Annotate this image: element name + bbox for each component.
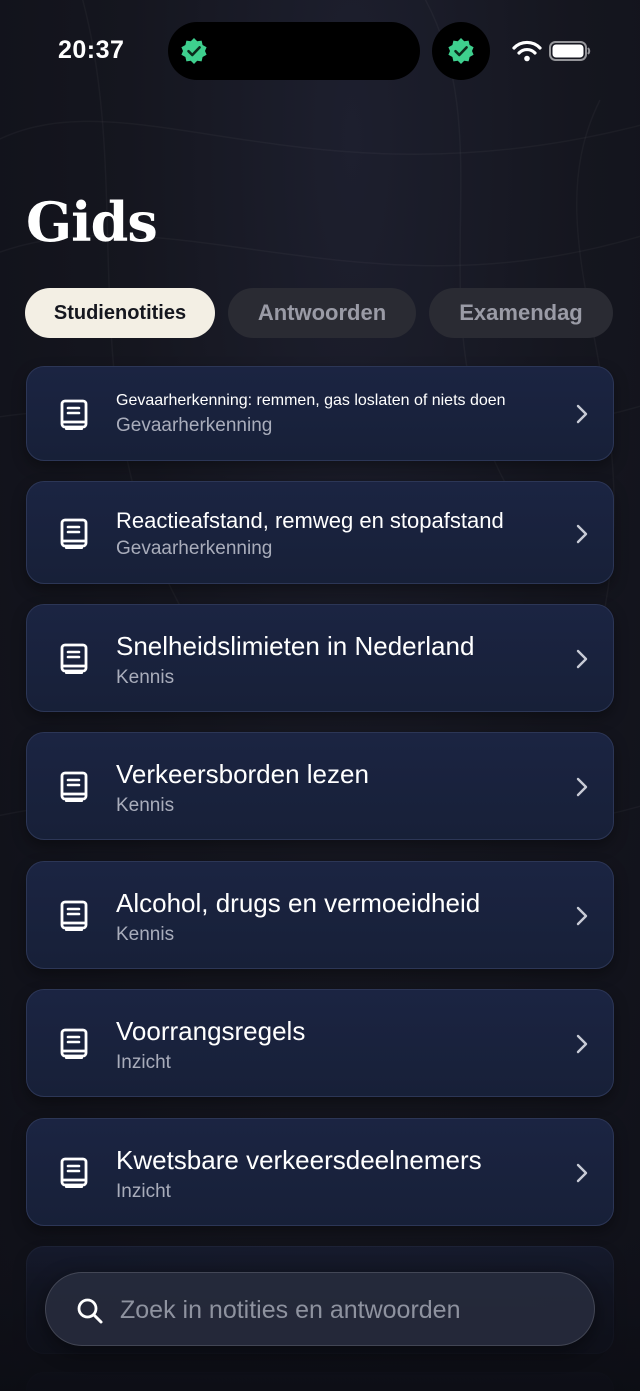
book-note-icon xyxy=(60,643,88,674)
note-category: Gevaarherkenning xyxy=(116,415,273,436)
verified-badge-icon xyxy=(181,38,207,64)
search-input[interactable] xyxy=(120,1291,560,1329)
book-note-icon xyxy=(60,1028,88,1059)
note-title: Voorrangsregels xyxy=(116,1016,306,1046)
note-card[interactable]: Reactieafstand, remweg en stopafstand Ge… xyxy=(26,481,614,584)
chevron-right-icon xyxy=(576,404,588,424)
wifi-icon xyxy=(512,40,542,62)
tab-studienotities[interactable]: Studienotities xyxy=(25,288,215,338)
note-title: Gevaarherkenning: remmen, gas loslaten o… xyxy=(116,392,506,409)
book-note-icon xyxy=(60,399,88,430)
chevron-right-icon xyxy=(576,649,588,669)
status-bar: 20:37 xyxy=(0,0,640,100)
tab-antwoorden[interactable]: Antwoorden xyxy=(228,288,416,338)
note-card[interactable]: Voorrangsregels Inzicht xyxy=(26,989,614,1097)
note-title: Verkeersborden lezen xyxy=(116,759,369,789)
note-category: Kennis xyxy=(116,924,175,945)
book-note-icon xyxy=(60,518,88,549)
book-note-icon xyxy=(60,900,88,931)
page-title: Gids xyxy=(26,190,158,254)
chevron-right-icon xyxy=(576,1163,588,1183)
note-card[interactable]: Snelheidslimieten in Nederland Kennis xyxy=(26,604,614,712)
book-note-icon xyxy=(60,1157,88,1188)
search-icon xyxy=(77,1298,103,1324)
note-category: Kennis xyxy=(116,795,175,816)
note-card[interactable]: Kwetsbare verkeersdeelnemers Inzicht xyxy=(26,1118,614,1226)
note-card[interactable]: Gevaarherkenning: remmen, gas loslaten o… xyxy=(26,366,614,461)
note-category: Inzicht xyxy=(116,1052,171,1073)
book-note-icon xyxy=(60,771,88,802)
note-category: Kennis xyxy=(116,667,175,688)
note-title: Reactieafstand, remweg en stopafstand xyxy=(116,508,504,533)
chevron-right-icon xyxy=(576,524,588,544)
note-card[interactable]: Verkeersborden lezen Kennis xyxy=(26,732,614,840)
chevron-right-icon xyxy=(576,777,588,797)
segment-tabs: Studienotities Antwoorden Examendag xyxy=(25,288,640,340)
status-time: 20:37 xyxy=(58,36,125,64)
note-title: Kwetsbare verkeersdeelnemers xyxy=(116,1145,482,1175)
note-title: Alcohol, drugs en vermoeidheid xyxy=(116,888,481,918)
chevron-right-icon xyxy=(576,906,588,926)
search-bar[interactable] xyxy=(45,1272,595,1346)
note-category: Inzicht xyxy=(116,1181,171,1202)
note-title: Snelheidslimieten in Nederland xyxy=(116,631,475,661)
note-category: Gevaarherkenning xyxy=(116,538,273,559)
chevron-right-icon xyxy=(576,1034,588,1054)
tab-examendag[interactable]: Examendag xyxy=(429,288,613,338)
note-card[interactable]: Alcohol, drugs en vermoeidheid Kennis xyxy=(26,861,614,969)
battery-icon xyxy=(549,41,591,61)
verified-badge-icon xyxy=(448,38,474,64)
